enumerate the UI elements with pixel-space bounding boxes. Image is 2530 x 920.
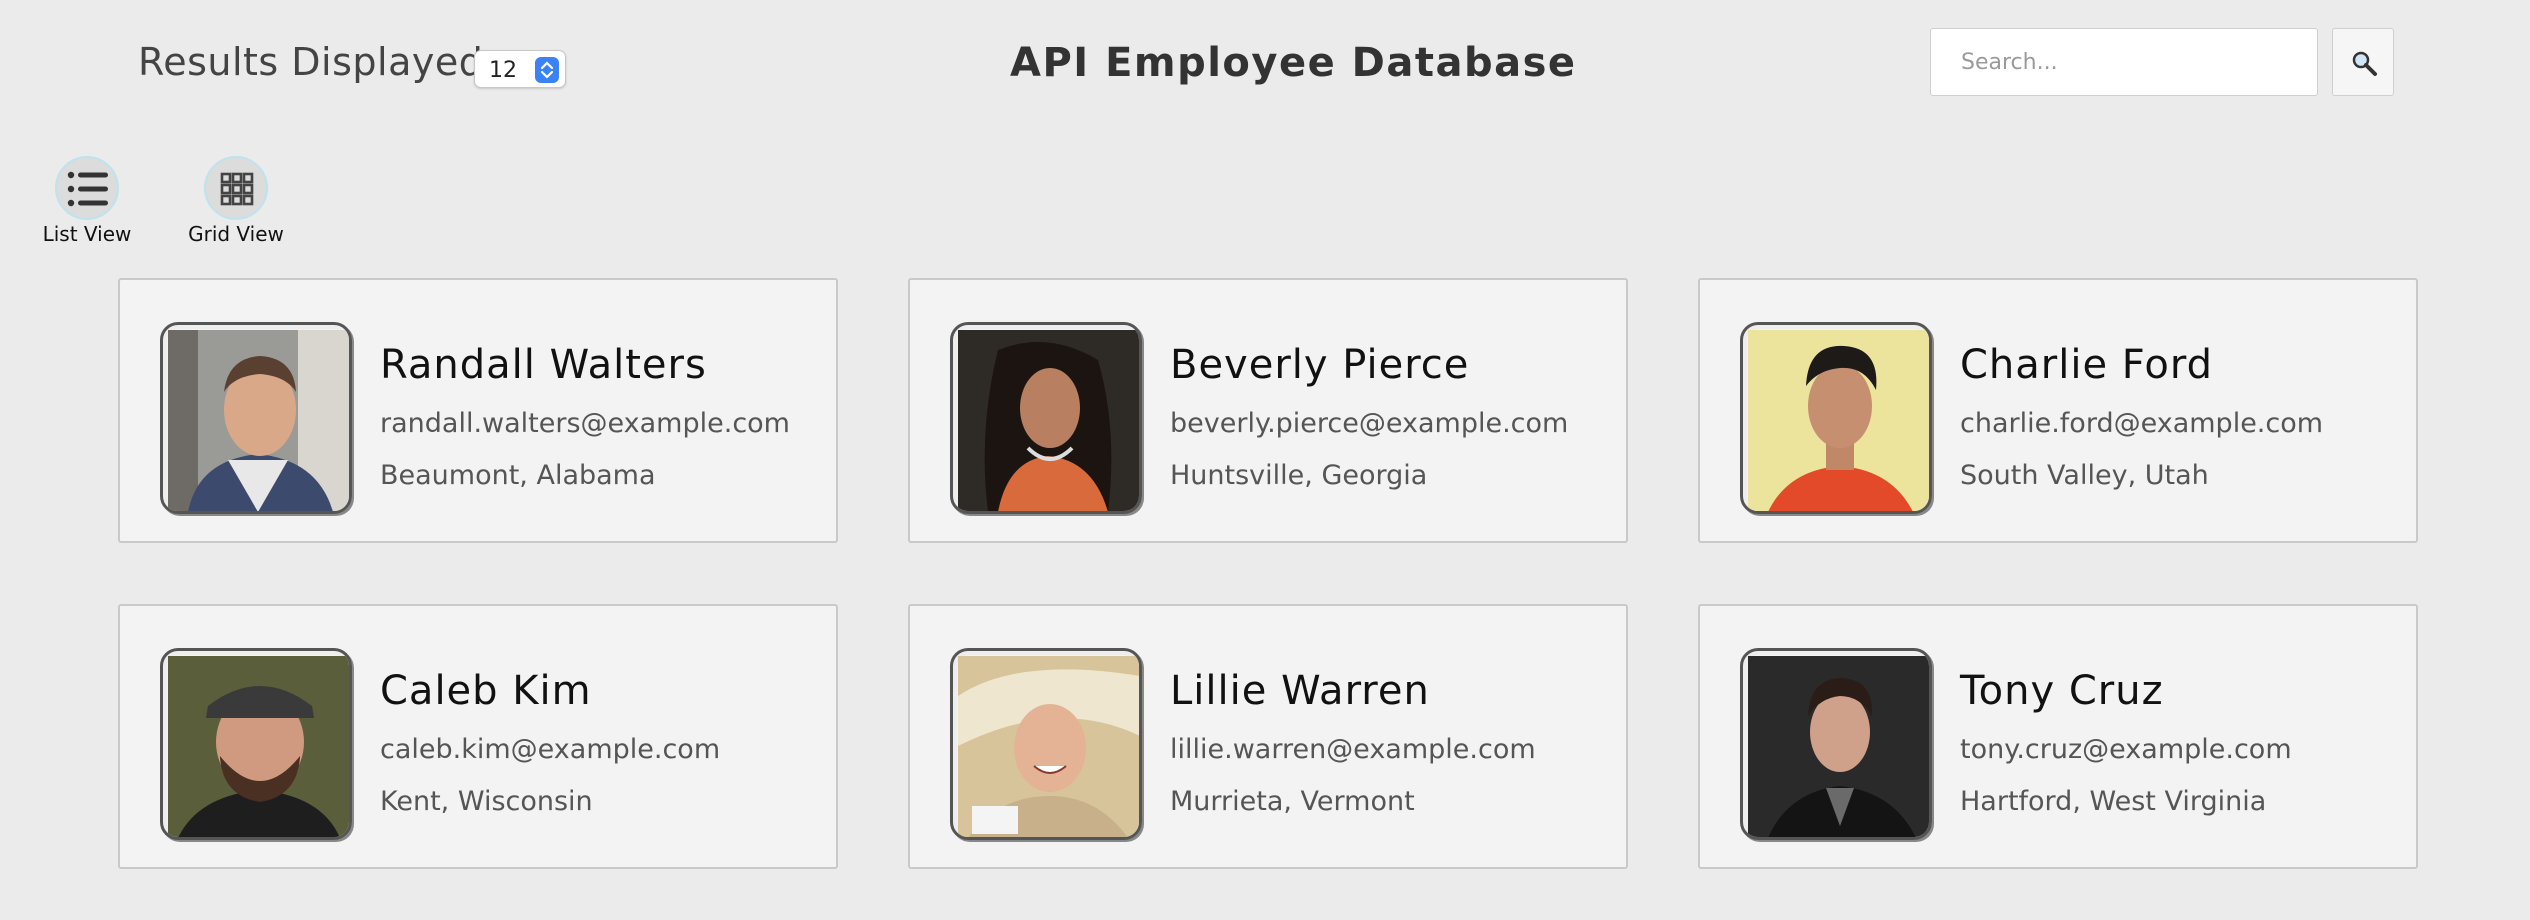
list-view-button[interactable]: List View — [19, 156, 159, 252]
employee-name: Tony Cruz — [1960, 668, 2164, 714]
employee-email: beverly.pierce@example.com — [1170, 408, 1569, 439]
employee-location: Kent, Wisconsin — [380, 786, 593, 817]
employee-photo — [1740, 648, 1932, 840]
employee-name: Charlie Ford — [1960, 342, 2213, 388]
employee-location: Murrieta, Vermont — [1170, 786, 1415, 817]
employee-card[interactable]: Lillie Warren lillie.warren@example.com … — [908, 604, 1628, 869]
employee-email: randall.walters@example.com — [380, 408, 790, 439]
employee-card[interactable]: Caleb Kim caleb.kim@example.com Kent, Wi… — [118, 604, 838, 869]
grid-view-button[interactable]: Grid View — [168, 156, 308, 252]
employee-card[interactable]: Randall Walters randall.walters@example.… — [118, 278, 838, 543]
employee-card[interactable]: Tony Cruz tony.cruz@example.com Hartford… — [1698, 604, 2418, 869]
grid-icon — [204, 156, 268, 220]
employee-photo — [160, 648, 352, 840]
employee-email: caleb.kim@example.com — [380, 734, 721, 765]
employee-name: Randall Walters — [380, 342, 707, 388]
employee-location: Huntsville, Georgia — [1170, 460, 1428, 491]
employee-name: Beverly Pierce — [1170, 342, 1470, 388]
employee-photo — [950, 322, 1142, 514]
employee-card[interactable]: Beverly Pierce beverly.pierce@example.co… — [908, 278, 1628, 543]
employee-photo — [160, 322, 352, 514]
search-input[interactable] — [1930, 28, 2318, 96]
search-icon — [2352, 51, 2377, 76]
results-displayed-label: Results Displayed — [138, 40, 484, 84]
stepper-icon[interactable] — [535, 57, 559, 83]
employee-location: Beaumont, Alabama — [380, 460, 656, 491]
employee-location: Hartford, West Virginia — [1960, 786, 2267, 817]
results-count-value: 12 — [489, 58, 517, 83]
employee-location: South Valley, Utah — [1960, 460, 2209, 491]
page-title: API Employee Database — [1010, 40, 1577, 86]
employee-photo — [950, 648, 1142, 840]
employee-card[interactable]: Charlie Ford charlie.ford@example.com So… — [1698, 278, 2418, 543]
employee-name: Caleb Kim — [380, 668, 592, 714]
employee-email: lillie.warren@example.com — [1170, 734, 1536, 765]
list-view-label: List View — [42, 222, 132, 246]
grid-view-label: Grid View — [188, 222, 284, 246]
header: Results Displayed 12 API Employee Databa… — [0, 0, 2530, 140]
list-icon — [55, 156, 119, 220]
employee-email: charlie.ford@example.com — [1960, 408, 2324, 439]
employee-photo — [1740, 322, 1932, 514]
search-button[interactable] — [2332, 28, 2394, 96]
employee-email: tony.cruz@example.com — [1960, 734, 2292, 765]
results-count-select[interactable]: 12 — [474, 50, 566, 88]
employee-name: Lillie Warren — [1170, 668, 1430, 714]
